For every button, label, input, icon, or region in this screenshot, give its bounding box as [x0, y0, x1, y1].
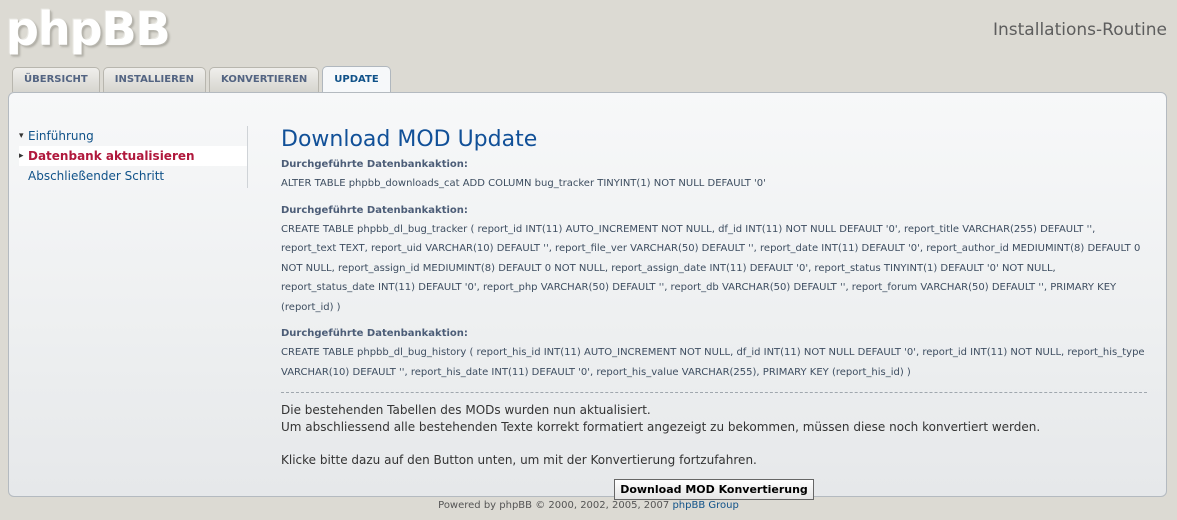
- tab-update[interactable]: UPDATE: [322, 66, 391, 93]
- divider: [281, 392, 1147, 393]
- app-title: Installations-Routine: [993, 20, 1167, 40]
- status-message: Die bestehenden Tabellen des MODs wurden…: [281, 403, 651, 417]
- sidebar-item-introduction[interactable]: ▾ Einführung: [19, 126, 247, 146]
- footer-link-phpbb-group[interactable]: phpBB Group: [672, 500, 738, 511]
- footer: Powered by phpBB © 2000, 2002, 2005, 200…: [0, 500, 1177, 511]
- db-action-sql: CREATE TABLE phpbb_dl_bug_tracker ( repo…: [281, 223, 1141, 313]
- db-action-sql: CREATE TABLE phpbb_dl_bug_history ( repo…: [281, 347, 1145, 378]
- sidebar-item-final-step[interactable]: Abschließender Schritt: [19, 166, 247, 186]
- phpbb-logo: phpBB: [6, 2, 171, 56]
- sidebar-nav: ▾ Einführung ▸ Datenbank aktualisieren A…: [19, 126, 248, 188]
- db-action-label: Durchgeführte Datenbankaktion:: [281, 328, 468, 339]
- tab-bar: ÜBERSICHT INSTALLIEREN KONVERTIEREN UPDA…: [12, 66, 394, 93]
- content-area: Download MOD Update Durchgeführte Datenb…: [281, 126, 1147, 500]
- button-row: Download MOD Konvertierung: [281, 478, 1147, 500]
- db-action-label: Durchgeführte Datenbankaktion:: [281, 204, 468, 216]
- bullet-icon: ▾: [19, 131, 24, 141]
- sidebar-item-label: Einführung: [28, 129, 94, 143]
- tab-install[interactable]: INSTALLIEREN: [102, 67, 207, 92]
- page-title: Download MOD Update: [281, 127, 538, 152]
- db-action-label: Durchgeführte Datenbankaktion:: [281, 159, 468, 170]
- status-message-detail: Um abschliessend alle bestehenden Texte …: [281, 420, 1041, 434]
- tab-overview[interactable]: ÜBERSICHT: [12, 67, 100, 92]
- main-panel: ▾ Einführung ▸ Datenbank aktualisieren A…: [8, 92, 1167, 500]
- sidebar-item-label: Datenbank aktualisieren: [28, 149, 195, 163]
- bullet-icon: ▸: [19, 151, 24, 161]
- db-action-block: Durchgeführte Datenbankaktion: CREATE TA…: [281, 327, 1147, 382]
- instruction-message: Klicke bitte dazu auf den Button unten, …: [281, 453, 757, 467]
- db-action-block: Durchgeführte Datenbankaktion: CREATE TA…: [281, 204, 1147, 318]
- db-action-sql: ALTER TABLE phpbb_downloads_cat ADD COLU…: [281, 178, 766, 189]
- footer-text: Powered by phpBB © 2000, 2002, 2005, 200…: [438, 500, 670, 511]
- sidebar-item-update-database[interactable]: ▸ Datenbank aktualisieren: [19, 146, 247, 166]
- sidebar-item-label: Abschließender Schritt: [28, 169, 165, 183]
- start-conversion-button[interactable]: Download MOD Konvertierung: [614, 479, 814, 500]
- db-action-block: Durchgeführte Datenbankaktion: ALTER TAB…: [281, 158, 1147, 194]
- tab-convert[interactable]: KONVERTIEREN: [209, 67, 320, 92]
